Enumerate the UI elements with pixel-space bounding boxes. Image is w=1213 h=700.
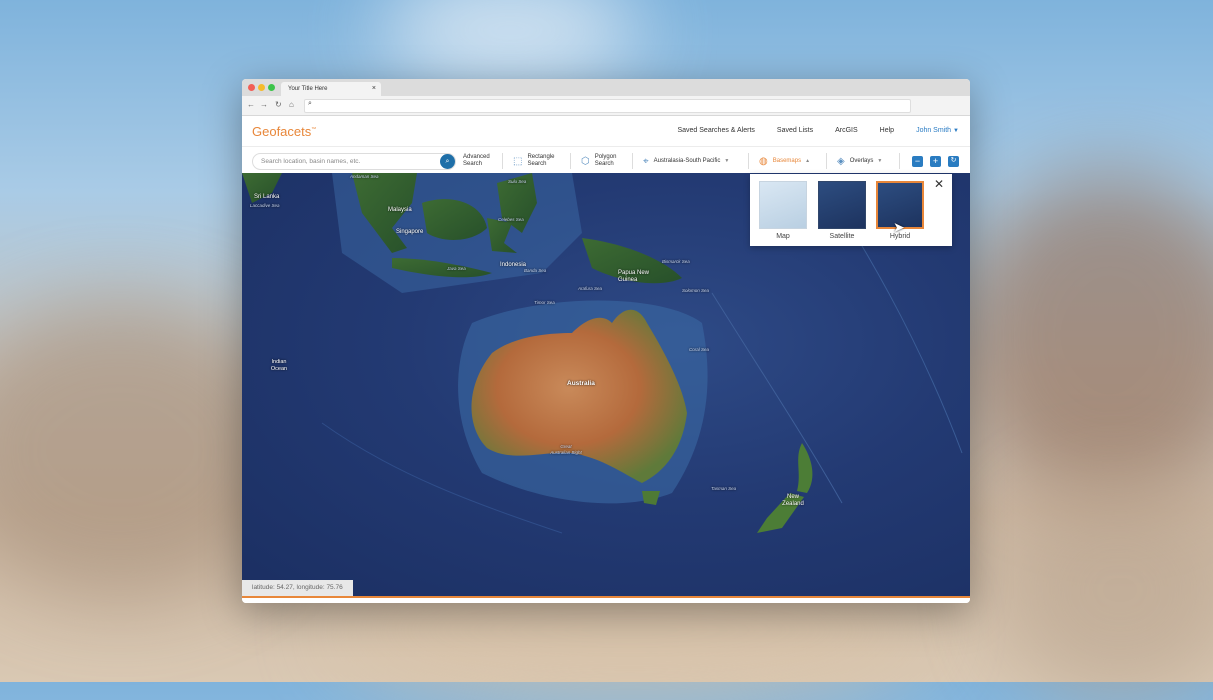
zoom-in-button[interactable]: + (930, 156, 941, 167)
nav-arcgis[interactable]: ArcGIS (824, 116, 869, 146)
label-malaysia: Malaysia (388, 207, 412, 213)
address-bar-row: ← → ↻ ⌂ ⌕ (242, 96, 970, 116)
polygon-search-label: Polygon Search (594, 154, 617, 167)
top-nav: Saved Searches & Alerts Saved Lists ArcG… (666, 116, 970, 146)
label-solomon-sea: Solomon Sea (682, 288, 710, 293)
reload-icon[interactable]: ↻ (275, 100, 282, 109)
nav-saved-searches[interactable]: Saved Searches & Alerts (666, 116, 765, 146)
polygon-search-button[interactable]: ⬡ Polygon Search (581, 147, 629, 175)
layers-icon: ◈ (837, 155, 845, 167)
address-field[interactable]: ⌕ (304, 99, 911, 113)
user-name: John Smith (916, 127, 952, 134)
map-toolbar: Search location, basin names, etc. ⌕ Adv… (242, 147, 970, 176)
overlays-button[interactable]: ◈ Overlays ▼ (837, 147, 882, 175)
home-icon[interactable]: ⌂ (289, 100, 294, 109)
label-timor-sea: Timor Sea (534, 300, 555, 305)
basemap-option-satellite-label: Satellite (829, 233, 855, 240)
coordinate-readout: latitude: 54.27, longitude: 75.76 (242, 580, 353, 596)
label-banda-sea: Banda Sea (524, 268, 547, 273)
close-window-dot[interactable] (248, 84, 255, 91)
label-great-australian-bight: Great Australian Bight (550, 444, 582, 455)
label-australia: Australia (567, 380, 595, 387)
rectangle-search-button[interactable]: ⬚ Rectangle Search (513, 147, 561, 175)
forward-arrow-icon[interactable]: → (260, 100, 268, 109)
region-selector[interactable]: ⌖ Australasia-South Pacific ▼ (643, 147, 729, 175)
location-pin-icon: ⌖ (643, 155, 649, 167)
mouse-cursor-icon: ➤ (893, 219, 905, 235)
basemaps-button[interactable]: ◍ Basemaps ▲ (759, 147, 810, 175)
basemap-option-map[interactable] (759, 181, 807, 229)
label-singapore: Singapore (396, 229, 424, 235)
label-celebes-sea: Celebes Sea (498, 217, 524, 222)
label-sulu-sea: Sulu Sea (508, 179, 527, 184)
user-menu[interactable]: John Smith ▼ (905, 116, 970, 146)
rectangle-select-icon: ⬚ (513, 155, 523, 167)
basemap-panel: ✕ Map Satellite Hybrid (750, 174, 952, 246)
minimize-window-dot[interactable] (258, 84, 265, 91)
nav-help[interactable]: Help (869, 116, 905, 146)
app-header: Geofacets™ Saved Searches & Alerts Saved… (242, 116, 970, 147)
chevron-down-icon: ▼ (724, 158, 730, 164)
label-indonesia: Indonesia (500, 262, 527, 268)
nav-saved-lists[interactable]: Saved Lists (766, 116, 824, 146)
chevron-down-icon: ▼ (953, 128, 959, 134)
polygon-select-icon: ⬡ (581, 155, 590, 167)
advanced-search-button[interactable]: Advanced Search (463, 147, 497, 175)
overlays-label: Overlays (849, 158, 874, 164)
browser-tab[interactable]: Your Title Here × (281, 82, 381, 96)
label-java-sea: Java Sea (447, 266, 466, 271)
search-icon: ⌕ (445, 158, 450, 165)
label-arafura-sea: Arafura Sea (578, 286, 603, 291)
search-icon: ⌕ (308, 100, 312, 107)
refresh-map-button[interactable]: ↻ (948, 156, 959, 167)
maximize-window-dot[interactable] (268, 84, 275, 91)
label-papua-new-guinea: Papua New Guinea (618, 270, 650, 283)
zoom-out-button[interactable]: − (912, 156, 923, 167)
basemap-option-satellite[interactable] (818, 181, 866, 229)
footer (242, 598, 970, 603)
label-bismarck-sea: Bismarck Sea (662, 259, 690, 264)
chevron-down-icon: ▼ (877, 158, 883, 164)
search-button[interactable]: ⌕ (440, 154, 455, 169)
basemap-option-map-label: Map (776, 233, 790, 240)
label-laccadive-sea: Laccadive Sea (250, 203, 280, 208)
close-icon[interactable]: ✕ (934, 177, 944, 191)
basemaps-label: Basemaps (772, 158, 802, 164)
label-coral-sea: Coral Sea (689, 347, 710, 352)
label-sri-lanka: Sri Lanka (254, 194, 280, 200)
search-input[interactable]: Search location, basin names, etc. (252, 153, 456, 170)
region-label: Australasia-South Pacific (653, 158, 721, 164)
label-indian-ocean: Indian Ocean (270, 359, 288, 372)
advanced-search-label: Advanced Search (463, 154, 490, 167)
label-tasman-sea: Tasman Sea (711, 486, 737, 491)
label-new-zealand: New Zealand (782, 494, 804, 507)
geofacets-logo[interactable]: Geofacets™ (252, 124, 316, 139)
tab-close-icon[interactable]: × (372, 82, 376, 96)
chevron-up-icon: ▲ (805, 158, 811, 164)
rectangle-search-label: Rectangle Search (527, 154, 555, 167)
globe-icon: ◍ (759, 155, 768, 167)
label-andaman-sea: Andaman Sea (350, 174, 379, 179)
tab-title: Your Title Here (288, 86, 328, 92)
back-arrow-icon[interactable]: ← (247, 100, 255, 109)
browser-titlebar: Your Title Here × (242, 79, 970, 96)
browser-window: Your Title Here × ← → ↻ ⌂ ⌕ Geofacets™ S… (242, 79, 970, 603)
